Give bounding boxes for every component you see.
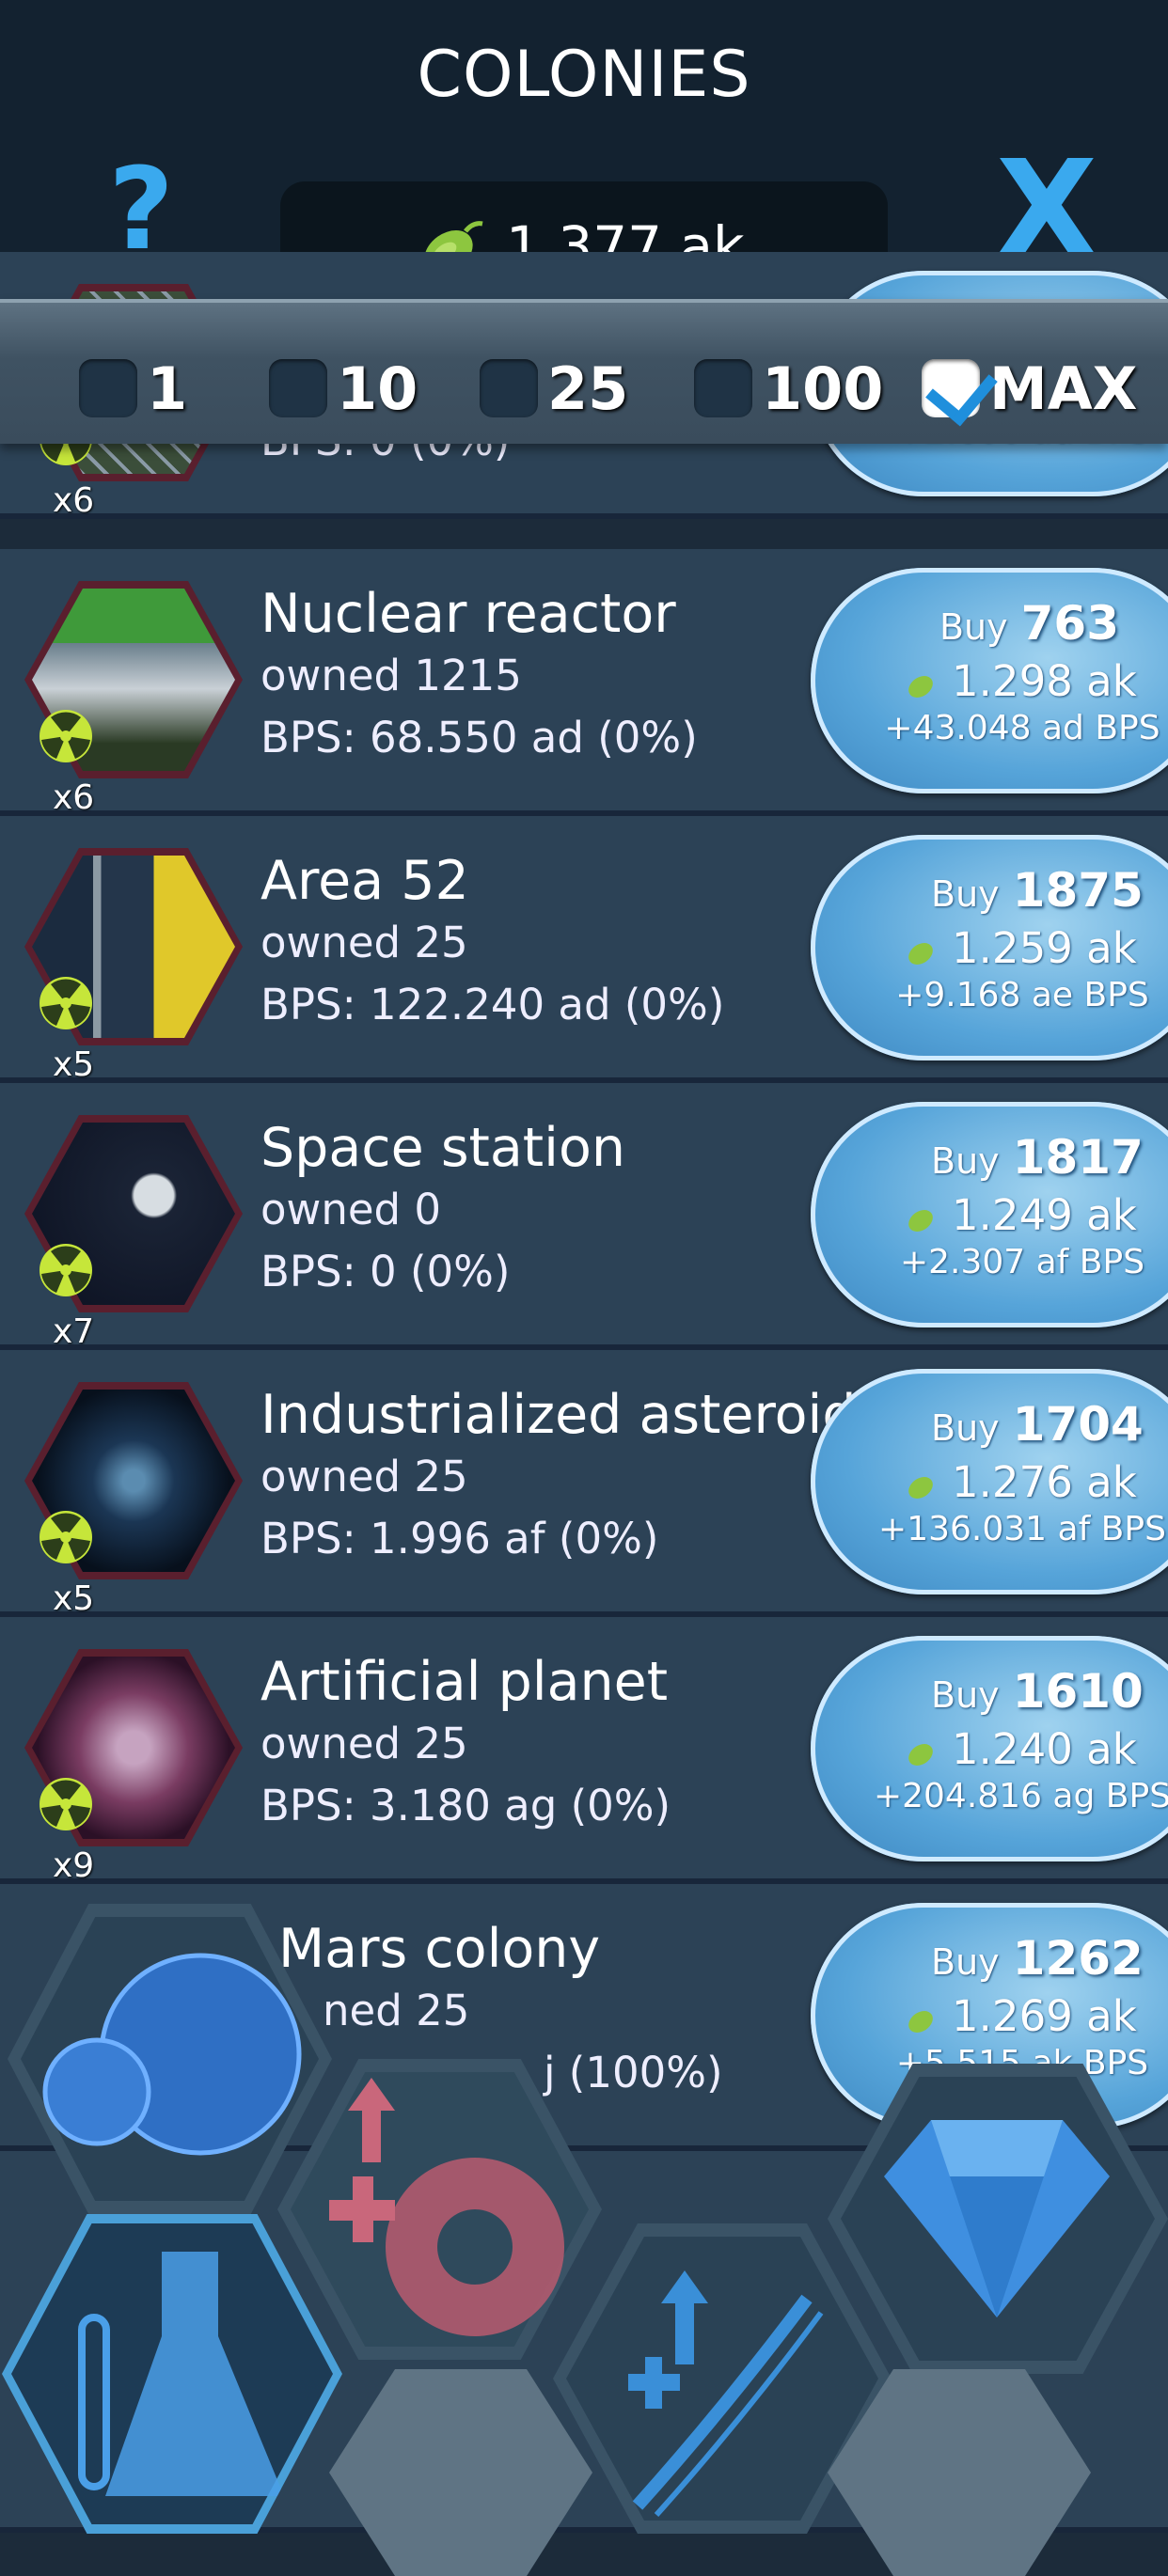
germ-icon — [908, 1477, 933, 1499]
buy-cost: 1.298 ak — [952, 656, 1137, 706]
buy-button[interactable]: Buy 1704 1.276 ak +136.031 af BPS — [811, 1369, 1168, 1594]
qty-option-25[interactable]: 25 — [480, 354, 628, 423]
radiation-icon — [39, 1778, 92, 1830]
buy-count: 763 — [1020, 596, 1119, 651]
help-button[interactable]: ? — [96, 154, 186, 267]
buy-count: 1610 — [1012, 1664, 1144, 1719]
multiplier: x6 — [53, 481, 95, 520]
buy-button[interactable]: Buy 1817 1.249 ak +2.307 af BPS — [811, 1102, 1168, 1327]
germ-icon — [908, 676, 933, 698]
buy-button[interactable]: Buy 1610 1.240 ak +204.816 ag BPS — [811, 1636, 1168, 1861]
colony-bps: BPS: 0 (0%) — [260, 1247, 511, 1296]
colony-bps: BPS: 68.550 ad (0%) — [260, 713, 698, 762]
qty-option-100[interactable]: 100 — [694, 354, 883, 423]
colony-owned: owned 1215 — [260, 651, 522, 700]
colony-name: Industrialized asteroid — [260, 1384, 857, 1446]
colony-name: Space station — [260, 1117, 625, 1179]
buy-cost: 1.259 ak — [952, 923, 1137, 973]
colony-owned: owned 25 — [260, 1719, 468, 1768]
colony-row: x6 Nuclear reactor owned 1215 BPS: 68.55… — [0, 549, 1168, 817]
multiplier: x7 — [53, 1312, 95, 1351]
colonies-tab[interactable] — [8, 1904, 332, 2214]
buy-count: 1817 — [1012, 1130, 1144, 1185]
colony-owned: owned 0 — [260, 1185, 442, 1234]
radiation-icon — [39, 977, 92, 1029]
checkbox[interactable] — [694, 359, 752, 417]
buy-count: 1875 — [1012, 863, 1144, 918]
colony-icon-wrap: x5 — [24, 848, 243, 1084]
nav-frame — [329, 2369, 592, 2576]
germ-icon — [908, 1210, 933, 1232]
buy-label: Buy — [931, 1407, 1000, 1449]
page-title: COLONIES — [417, 38, 751, 112]
checkbox[interactable] — [269, 359, 327, 417]
bubbles-icon — [42, 1953, 302, 2156]
colony-row: x9 Artificial planet owned 25 BPS: 3.180… — [0, 1617, 1168, 1885]
lab-tab[interactable] — [2, 2214, 342, 2534]
qty-option-max[interactable]: MAX — [922, 354, 1137, 423]
colony-bps: BPS: 3.180 ag (0%) — [260, 1781, 671, 1830]
colony-icon-wrap: x6 — [24, 581, 243, 817]
colony-name: Artificial planet — [260, 1651, 669, 1713]
colony-name: Area 52 — [260, 850, 469, 912]
buy-cost: 1.249 ak — [952, 1190, 1137, 1240]
gem-icon — [884, 2120, 1110, 2317]
buy-label: Buy — [939, 606, 1008, 648]
buy-gain: +9.168 ae BPS — [895, 976, 1149, 1014]
buy-label: Buy — [931, 1674, 1000, 1716]
buy-cost: 1.240 ak — [952, 1724, 1137, 1774]
colony-icon-wrap: x5 — [24, 1382, 243, 1618]
checkbox[interactable] — [79, 359, 137, 417]
multiplier: x9 — [53, 1846, 95, 1885]
colony-row: x7 Space station owned 0 BPS: 0 (0%) Buy… — [0, 1083, 1168, 1351]
colony-owned: owned 25 — [260, 1452, 468, 1501]
qty-option-10[interactable]: 10 — [269, 354, 418, 423]
colony-icon-wrap: x9 — [24, 1649, 243, 1885]
buy-cost: 1.276 ak — [952, 1457, 1137, 1507]
buy-gain: +136.031 af BPS — [878, 1510, 1166, 1548]
close-button[interactable]: X — [986, 144, 1108, 275]
multiplier: x5 — [53, 1045, 95, 1084]
qty-option-1[interactable]: 1 — [79, 354, 187, 423]
gear-upgrade-icon — [329, 2078, 564, 2336]
checkbox[interactable] — [480, 359, 538, 417]
multiplier: x5 — [53, 1579, 95, 1618]
buy-label: Buy — [931, 1140, 1000, 1182]
gems-tab[interactable] — [828, 2064, 1168, 2374]
buy-gain: +204.816 ag BPS — [873, 1777, 1168, 1815]
germ-icon — [908, 1744, 933, 1766]
upgrades-tab[interactable] — [277, 2059, 602, 2360]
colony-bps: BPS: 122.240 ad (0%) — [260, 980, 725, 1029]
bottom-nav — [0, 1880, 1168, 2576]
buy-label: Buy — [931, 873, 1000, 915]
buy-gain: +2.307 af BPS — [899, 1243, 1145, 1281]
colony-bps: BPS: 1.996 af (0%) — [260, 1514, 659, 1563]
colony-row: x5 Industrialized asteroid owned 25 BPS:… — [0, 1350, 1168, 1618]
buy-gain: +43.048 ad BPS — [884, 709, 1160, 747]
buy-button[interactable]: Buy 763 1.298 ak +43.048 ad BPS — [811, 568, 1168, 793]
radiation-icon — [39, 710, 92, 762]
colony-icon-wrap: x7 — [24, 1115, 243, 1351]
colony-row: x5 Area 52 owned 25 BPS: 122.240 ad (0%)… — [0, 816, 1168, 1084]
buy-button[interactable]: Buy 1875 1.259 ak +9.168 ae BPS — [811, 835, 1168, 1060]
multiplier: x6 — [53, 778, 95, 817]
flask-icon — [78, 2252, 284, 2496]
buy-count: 1704 — [1012, 1397, 1144, 1452]
colony-owned: owned 25 — [260, 918, 468, 967]
quantity-selector: 1 10 25 100 MAX — [0, 299, 1168, 444]
radiation-icon — [39, 1511, 92, 1563]
radiation-icon — [39, 1244, 92, 1296]
colony-name: Nuclear reactor — [260, 583, 676, 645]
germ-icon — [908, 943, 933, 965]
checkbox-checked[interactable] — [922, 359, 980, 417]
